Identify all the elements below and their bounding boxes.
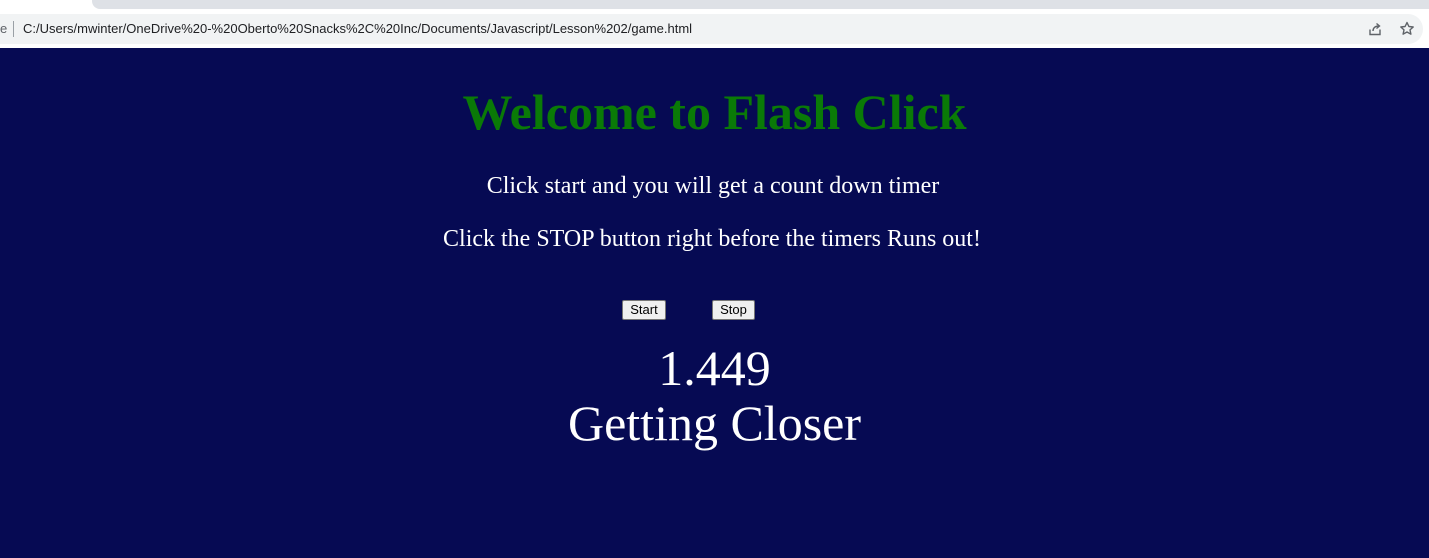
page-title: Welcome to Flash Click xyxy=(462,84,967,140)
instruction-stop: Click the STOP button right before the t… xyxy=(443,226,981,252)
status-message: Getting Closer xyxy=(567,395,862,451)
address-bar-divider xyxy=(13,21,14,37)
url-text[interactable]: C:/Users/mwinter/OneDrive%20-%20Oberto%2… xyxy=(23,21,692,37)
tab-strip xyxy=(92,0,1429,9)
instruction-start: Click start and you will get a count dow… xyxy=(486,173,940,199)
game-page: Welcome to Flash Click Click start and y… xyxy=(0,48,1429,558)
browser-toolbar: e C:/Users/mwinter/OneDrive%20-%20Oberto… xyxy=(0,0,1429,48)
bookmark-star-icon[interactable] xyxy=(1398,20,1416,38)
site-info-label[interactable]: e xyxy=(0,21,7,37)
stop-button[interactable]: Stop xyxy=(712,300,755,320)
start-button[interactable]: Start xyxy=(622,300,666,320)
share-icon[interactable] xyxy=(1366,20,1384,38)
timer-display: 1.449 xyxy=(658,340,771,396)
